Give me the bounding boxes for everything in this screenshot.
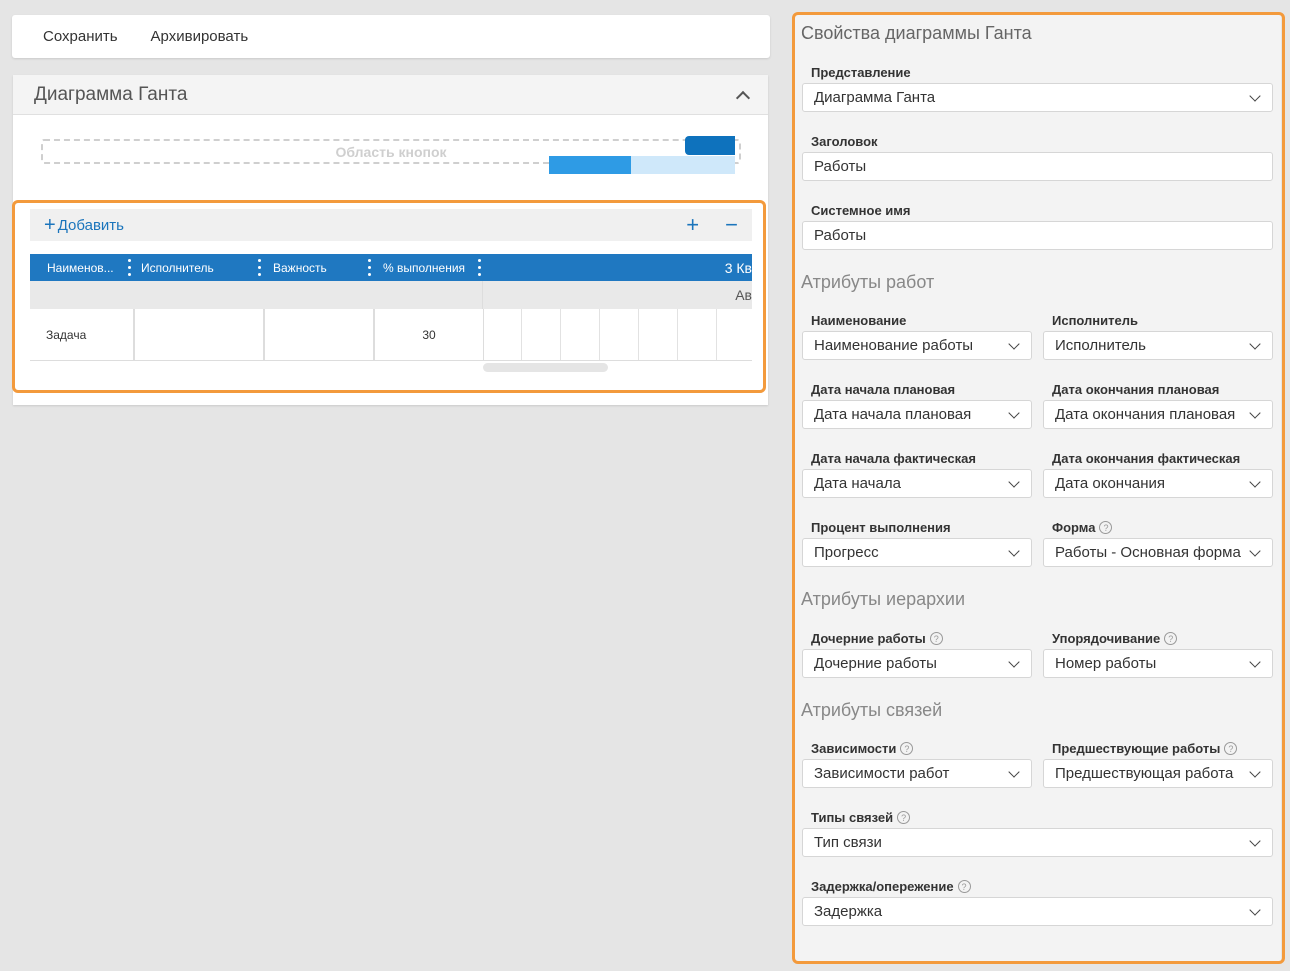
- task-remaining-bar[interactable]: [631, 156, 735, 174]
- task-progress-bar[interactable]: [549, 156, 631, 174]
- highlight-frame: [12, 200, 766, 393]
- collapse-chevron-icon[interactable]: [735, 90, 751, 105]
- panel-header[interactable]: Диаграмма Ганта: [13, 75, 768, 115]
- top-toolbar: Сохранить Архивировать: [12, 15, 770, 58]
- save-button[interactable]: Сохранить: [43, 28, 118, 45]
- task-plan-bar[interactable]: [685, 136, 735, 155]
- highlight-frame: [792, 12, 1285, 964]
- archive-button[interactable]: Архивировать: [151, 28, 249, 45]
- panel-title: Диаграмма Ганта: [34, 83, 188, 105]
